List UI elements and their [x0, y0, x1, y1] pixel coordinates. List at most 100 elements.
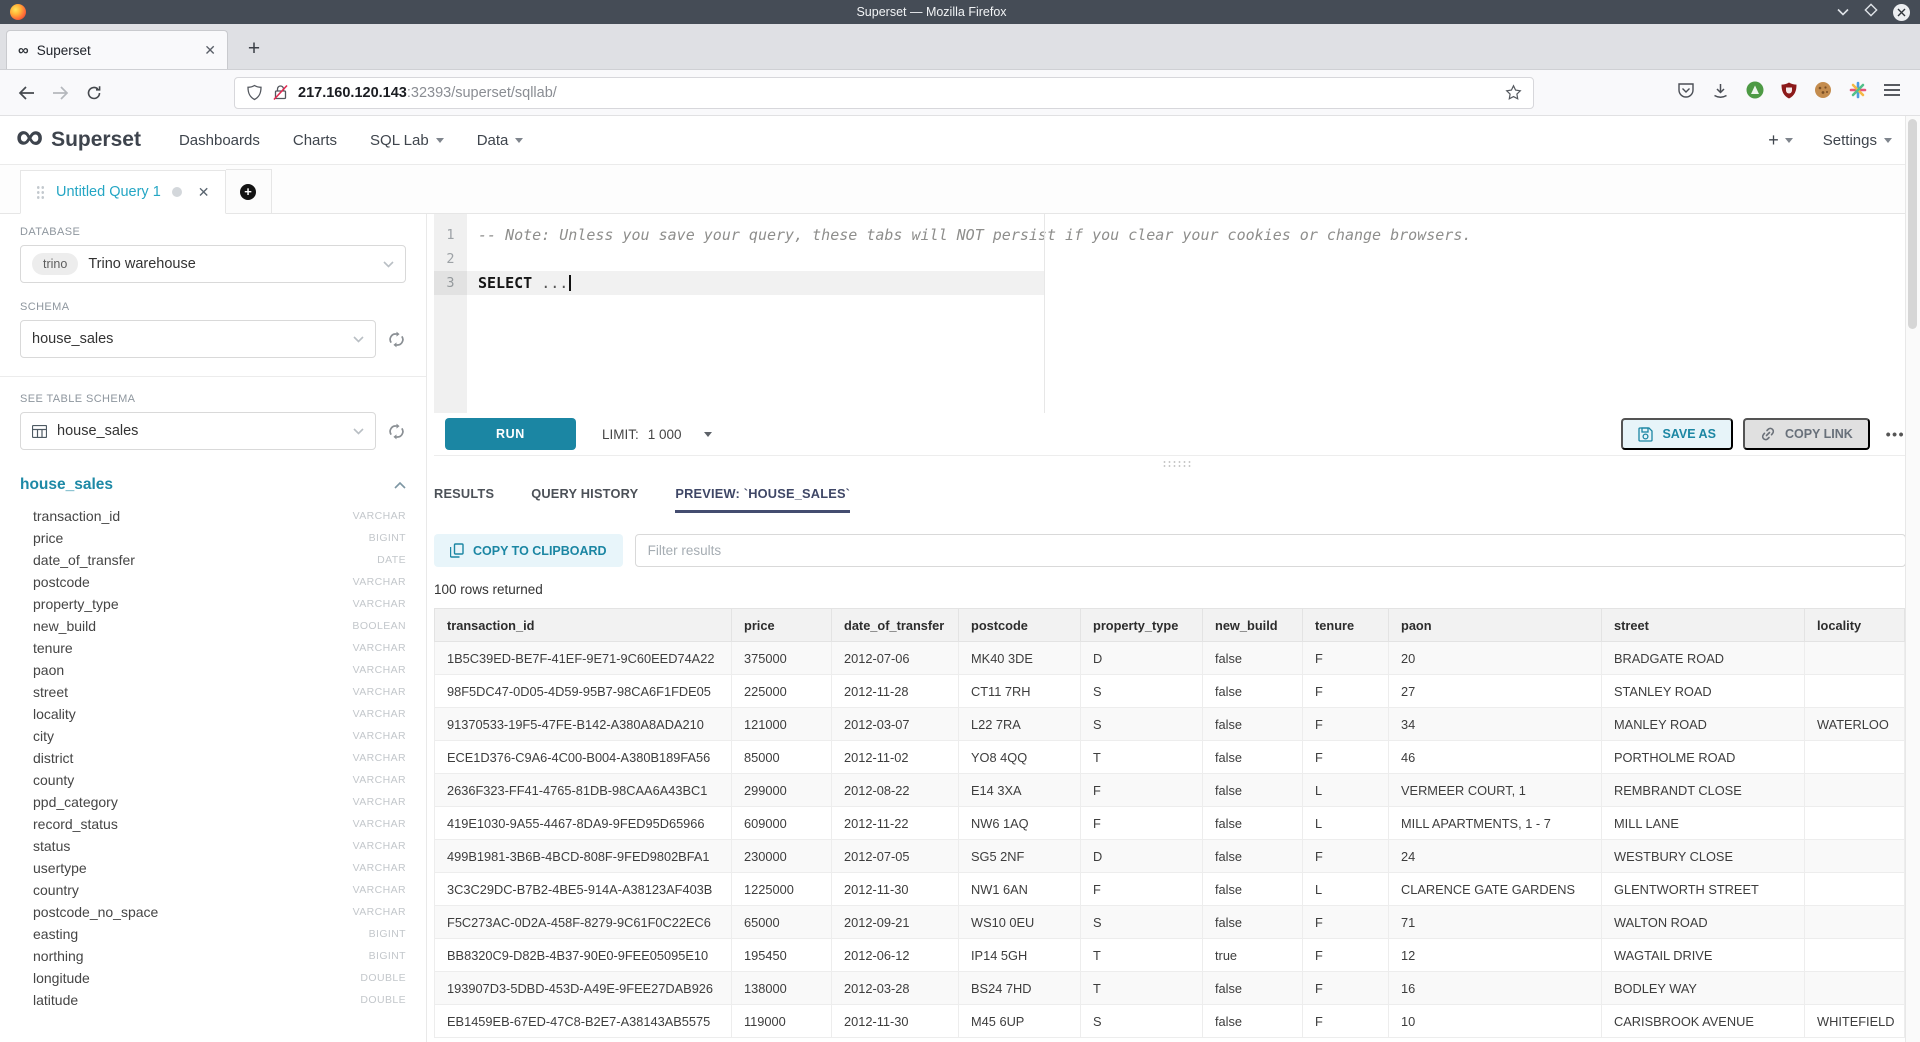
window-close-icon[interactable] [1893, 4, 1910, 21]
table-cell: MANLEY ROAD [1602, 708, 1805, 741]
table-cell: 3C3C29DC-B7B2-4BE5-914A-A38123AF403B [435, 873, 732, 906]
table-cell: 24 [1389, 840, 1602, 873]
table-cell: WS10 0EU [959, 906, 1081, 939]
column-header-tenure[interactable]: tenure [1303, 609, 1389, 642]
new-tab-button[interactable]: + [238, 33, 270, 65]
schema-column-row: streetVARCHAR [20, 681, 406, 703]
schema-column-row: record_statusVARCHAR [20, 813, 406, 835]
hamburger-menu-icon[interactable] [1884, 83, 1900, 102]
chevron-down-icon [383, 261, 394, 268]
table-cell: BS24 7HD [959, 972, 1081, 1005]
table-cell: 98F5DC47-0D05-4D59-95B7-98CA6F1FDE05 [435, 675, 732, 708]
copy-to-clipboard-button[interactable]: COPY TO CLIPBOARD [434, 534, 623, 567]
more-actions-icon[interactable]: ••• [1886, 426, 1905, 442]
bookmark-star-icon[interactable] [1505, 84, 1522, 101]
sql-lab-left-panel: DATABASE trino Trino warehouse SCHEMA ho… [0, 214, 427, 1042]
table-cell: 27 [1389, 675, 1602, 708]
column-name: northing [33, 948, 84, 964]
nav-item-dashboards[interactable]: Dashboards [179, 132, 260, 149]
schema-column-row: northingBIGINT [20, 945, 406, 967]
table-name-heading[interactable]: house_sales [20, 476, 113, 494]
nav-item-charts[interactable]: Charts [293, 132, 337, 149]
table-cell: F [1303, 939, 1389, 972]
reload-button[interactable] [80, 85, 108, 101]
tab-preview-house-sales[interactable]: PREVIEW: `HOUSE_SALES` [675, 486, 850, 513]
column-type: VARCHAR [353, 906, 406, 918]
column-header-property_type[interactable]: property_type [1081, 609, 1203, 642]
table-cell: BB8320C9-D82B-4B37-90E0-9FEE05095E10 [435, 939, 732, 972]
column-type: VARCHAR [353, 752, 406, 764]
tab-close-icon[interactable]: ✕ [204, 42, 216, 59]
caret-down-icon [1785, 138, 1793, 143]
limit-dropdown[interactable]: LIMIT: 1 000 [602, 427, 712, 442]
column-header-paon[interactable]: paon [1389, 609, 1602, 642]
tab-results[interactable]: RESULTS [434, 486, 494, 513]
browser-toolbar: 217.160.120.143:32393/superset/sqllab/ [0, 70, 1920, 116]
table-cell: S [1081, 906, 1203, 939]
sql-editor-column: 1 2 3 -- Note: Unless you save your quer… [427, 214, 1920, 1042]
settings-menu[interactable]: Settings [1823, 132, 1892, 149]
superset-logo[interactable]: ∞ Superset [16, 128, 141, 152]
add-query-tab-button[interactable]: + [226, 169, 272, 213]
filter-results-input[interactable] [635, 534, 1906, 567]
see-table-schema-label: SEE TABLE SCHEMA [20, 393, 406, 405]
downloads-icon[interactable] [1712, 82, 1729, 104]
column-header-date_of_transfer[interactable]: date_of_transfer [832, 609, 959, 642]
run-button[interactable]: RUN [445, 418, 576, 450]
forward-button[interactable] [46, 86, 74, 100]
privacy-badger-icon[interactable] [1746, 81, 1764, 104]
address-bar[interactable]: 217.160.120.143:32393/superset/sqllab/ [234, 77, 1534, 109]
table-row: 91370533-19F5-47FE-B142-A380A8ADA2101210… [435, 708, 1905, 741]
table-select[interactable]: house_sales [20, 412, 376, 450]
schema-select[interactable]: house_sales [20, 320, 376, 358]
browser-tab[interactable]: ∞ Superset ✕ [6, 30, 228, 69]
table-row: 499B1981-3B6B-4BCD-808F-9FED9802BFA12300… [435, 840, 1905, 873]
table-cell: CLARENCE GATE GARDENS [1389, 873, 1602, 906]
sql-code-editor[interactable]: 1 2 3 -- Note: Unless you save your quer… [434, 214, 1920, 413]
column-name: paon [33, 662, 64, 678]
table-row: BB8320C9-D82B-4B37-90E0-9FEE05095E101954… [435, 939, 1905, 972]
shield-icon[interactable] [246, 84, 263, 101]
table-cell: 2012-11-22 [832, 807, 959, 840]
pocket-icon[interactable] [1677, 81, 1695, 104]
table-cell: 2012-03-07 [832, 708, 959, 741]
table-cell: F [1081, 774, 1203, 807]
window-maximize-icon[interactable] [1864, 3, 1878, 22]
query-tab-close-icon[interactable]: ✕ [198, 184, 210, 201]
new-item-menu[interactable]: + [1768, 130, 1793, 151]
refresh-schemas-icon[interactable] [387, 330, 406, 349]
collapse-table-icon[interactable] [394, 482, 406, 489]
copy-link-button[interactable]: COPY LINK [1743, 418, 1870, 450]
back-button[interactable] [12, 86, 40, 100]
column-header-new_build[interactable]: new_build [1203, 609, 1303, 642]
database-select[interactable]: trino Trino warehouse [20, 245, 406, 283]
drag-handle-icon[interactable] [36, 185, 45, 200]
tab-query-history[interactable]: QUERY HISTORY [531, 486, 638, 513]
refresh-tables-icon[interactable] [387, 422, 406, 441]
schema-column-row: property_typeVARCHAR [20, 593, 406, 615]
table-cell: L [1303, 774, 1389, 807]
schema-column-row: new_buildBOOLEAN [20, 615, 406, 637]
column-header-locality[interactable]: locality [1805, 609, 1905, 642]
column-header-transaction_id[interactable]: transaction_id [435, 609, 732, 642]
table-cell: T [1081, 741, 1203, 774]
query-tab-active[interactable]: Untitled Query 1 ✕ [20, 170, 226, 214]
column-header-price[interactable]: price [732, 609, 832, 642]
table-cell: 1B5C39ED-BE7F-41EF-9E71-9C60EED74A22 [435, 642, 732, 675]
cookie-icon[interactable] [1814, 81, 1832, 104]
table-cell: 1225000 [732, 873, 832, 906]
nav-item-data[interactable]: Data [477, 132, 524, 149]
column-header-street[interactable]: street [1602, 609, 1805, 642]
table-cell: D [1081, 642, 1203, 675]
column-type: DATE [377, 554, 406, 566]
column-header-postcode[interactable]: postcode [959, 609, 1081, 642]
containers-icon[interactable] [1849, 81, 1867, 104]
ublock-icon[interactable] [1781, 82, 1797, 104]
save-as-button[interactable]: SAVE AS [1621, 418, 1733, 450]
nav-item-sql-lab[interactable]: SQL Lab [370, 132, 444, 149]
pane-resize-handle[interactable] [1162, 460, 1192, 467]
window-minimize-icon[interactable] [1837, 3, 1849, 21]
insecure-lock-icon[interactable] [272, 84, 289, 101]
table-cell: false [1203, 708, 1303, 741]
table-cell: NW1 6AN [959, 873, 1081, 906]
